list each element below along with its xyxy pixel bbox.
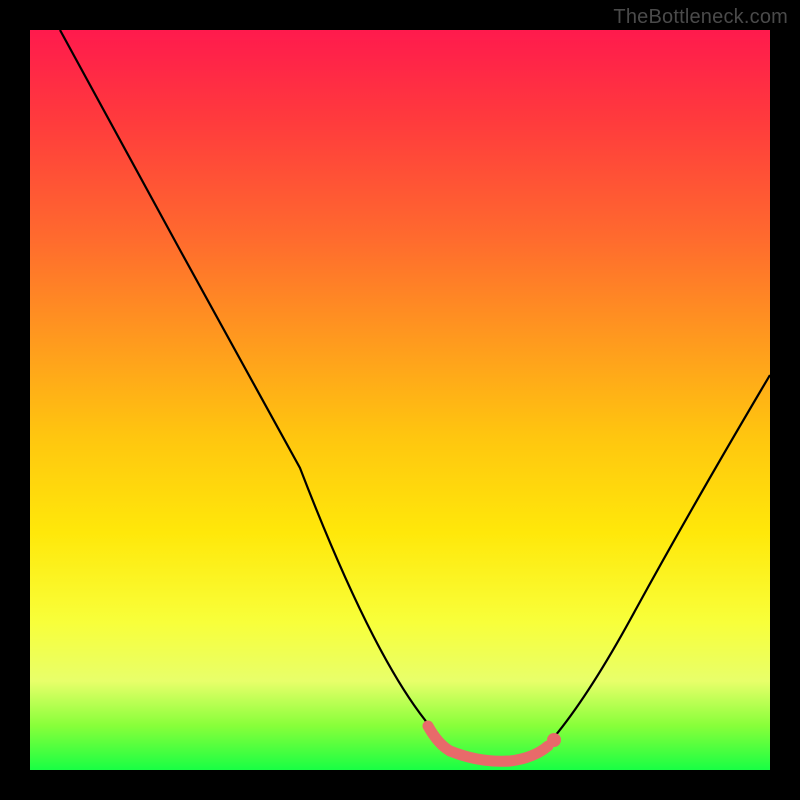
watermark-text: TheBottleneck.com <box>613 6 788 29</box>
plot-area <box>30 30 770 770</box>
chart-frame: TheBottleneck.com <box>0 0 800 800</box>
band-right-dot <box>547 733 561 747</box>
optimal-band <box>428 726 548 761</box>
chart-svg <box>30 30 770 770</box>
bottleneck-curve <box>60 30 770 758</box>
